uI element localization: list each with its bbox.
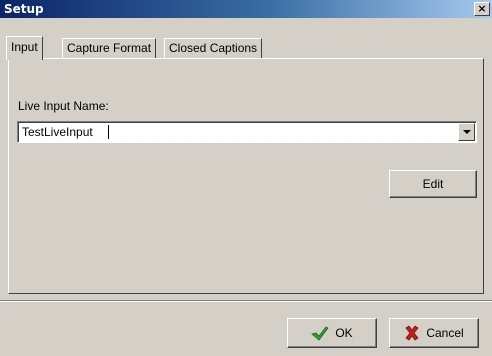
- tab-capture-format-label: Capture Format: [67, 41, 152, 55]
- checkmark-icon: [311, 325, 329, 341]
- x-cross-icon: [404, 325, 420, 341]
- tab-closed-captions-label: Closed Captions: [169, 41, 258, 55]
- setup-dialog: Setup × Input Capture Format Closed Capt…: [0, 0, 492, 356]
- close-icon: ×: [477, 2, 487, 15]
- tab-capture-format[interactable]: Capture Format: [62, 38, 157, 58]
- footer-separator: [0, 300, 492, 302]
- window-title: Setup: [4, 2, 44, 16]
- cancel-button-label: Cancel: [426, 326, 464, 340]
- title-bar[interactable]: Setup ×: [0, 0, 492, 18]
- tab-closed-captions[interactable]: Closed Captions: [164, 38, 263, 58]
- ok-button[interactable]: OK: [287, 318, 377, 348]
- ok-button-label: OK: [335, 326, 353, 340]
- close-button[interactable]: ×: [474, 2, 490, 16]
- tab-input[interactable]: Input: [6, 36, 43, 60]
- input-tab-panel: [8, 58, 484, 294]
- cancel-button[interactable]: Cancel: [389, 318, 479, 348]
- tab-input-label: Input: [11, 40, 38, 54]
